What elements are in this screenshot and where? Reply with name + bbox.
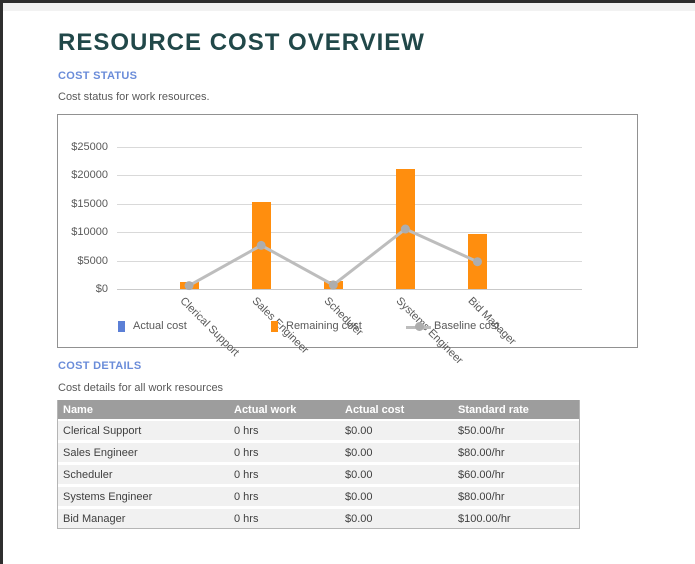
table-row[interactable]: Clerical Support0 hrs$0.00$50.00/hr <box>58 421 579 443</box>
legend-swatch-icon <box>271 321 278 332</box>
table-cell: 0 hrs <box>229 447 340 459</box>
page-title: RESOURCE COST OVERVIEW <box>58 29 425 57</box>
window-top-margin <box>0 3 695 11</box>
legend-marker-icon <box>415 322 424 331</box>
column-header: Name <box>58 404 229 416</box>
y-axis-tick-label: $5000 <box>58 255 108 267</box>
table-cell: Clerical Support <box>58 425 229 437</box>
cost-details-heading: COST DETAILS <box>58 360 141 372</box>
table-row[interactable]: Sales Engineer0 hrs$0.00$80.00/hr <box>58 443 579 465</box>
table-cell: $0.00 <box>340 425 453 437</box>
column-header: Actual work <box>229 404 340 416</box>
line-point <box>257 241 266 250</box>
y-axis-tick-label: $20000 <box>58 169 108 181</box>
legend-swatch-icon <box>118 321 125 332</box>
table-cell: $0.00 <box>340 447 453 459</box>
table-cell: Systems Engineer <box>58 491 229 503</box>
cost-status-chart[interactable]: $0$5000$10000$15000$20000$25000Clerical … <box>57 114 638 348</box>
line-point <box>473 257 482 266</box>
table-cell: Bid Manager <box>58 513 229 525</box>
y-axis-tick-label: $10000 <box>58 226 108 238</box>
legend-label: Actual cost <box>133 320 187 332</box>
table-cell: Scheduler <box>58 469 229 481</box>
table-cell: 0 hrs <box>229 513 340 525</box>
cost-details-description: Cost details for all work resources <box>58 382 223 394</box>
table-row[interactable]: Bid Manager0 hrs$0.00$100.00/hr <box>58 509 579 528</box>
table-cell: $60.00/hr <box>453 469 579 481</box>
y-axis-tick-label: $0 <box>58 283 108 295</box>
line-point <box>401 225 410 234</box>
table-row[interactable]: Scheduler0 hrs$0.00$60.00/hr <box>58 465 579 487</box>
table-cell: Sales Engineer <box>58 447 229 459</box>
y-axis-tick-label: $25000 <box>58 141 108 153</box>
table-cell: 0 hrs <box>229 491 340 503</box>
legend-label: Remaining cost <box>286 320 362 332</box>
table-row[interactable]: Systems Engineer0 hrs$0.00$80.00/hr <box>58 487 579 509</box>
table-cell: $50.00/hr <box>453 425 579 437</box>
legend-label: Baseline cost <box>434 320 499 332</box>
cost-details-table[interactable]: NameActual workActual costStandard rateC… <box>57 400 580 529</box>
table-cell: $0.00 <box>340 513 453 525</box>
column-header: Standard rate <box>453 404 579 416</box>
table-cell: $80.00/hr <box>453 491 579 503</box>
cost-status-heading: COST STATUS <box>58 70 137 82</box>
line-point <box>329 280 338 289</box>
table-cell: 0 hrs <box>229 425 340 437</box>
table-cell: $0.00 <box>340 491 453 503</box>
cost-status-description: Cost status for work resources. <box>58 91 210 103</box>
y-axis-tick-label: $15000 <box>58 198 108 210</box>
baseline-cost-line <box>117 147 582 289</box>
table-header-row: NameActual workActual costStandard rate <box>58 400 579 421</box>
table-cell: $0.00 <box>340 469 453 481</box>
app-screen: RESOURCE COST OVERVIEW COST STATUS Cost … <box>0 0 695 564</box>
table-cell: 0 hrs <box>229 469 340 481</box>
table-cell: $100.00/hr <box>453 513 579 525</box>
table-cell: $80.00/hr <box>453 447 579 459</box>
column-header: Actual cost <box>340 404 453 416</box>
category-label: Clerical Support <box>178 295 242 359</box>
line-point <box>185 281 194 290</box>
window-left-edge <box>0 0 3 564</box>
